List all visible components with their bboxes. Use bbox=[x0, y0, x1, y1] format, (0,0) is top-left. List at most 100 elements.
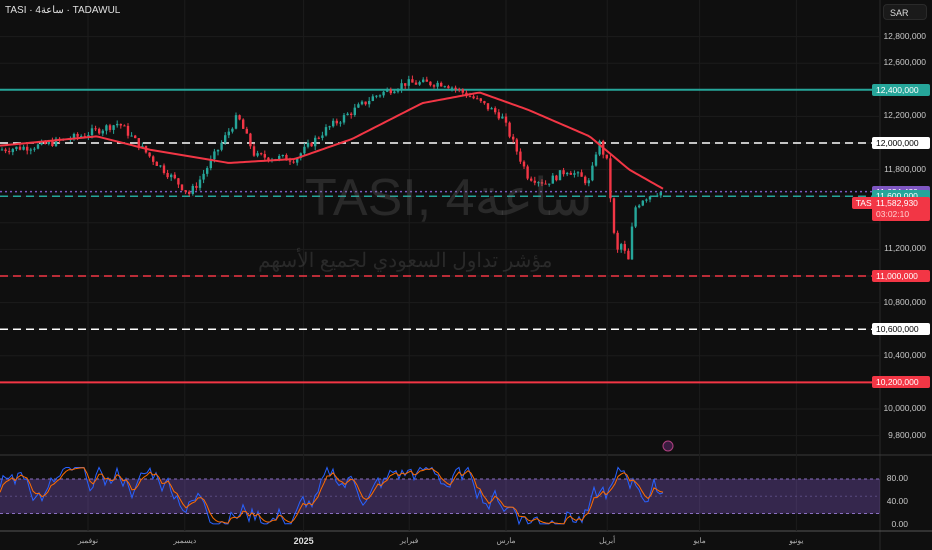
candle-body bbox=[278, 155, 281, 160]
time-axis-label: فبراير bbox=[400, 536, 419, 545]
rsi-tick: 40.00 bbox=[886, 496, 908, 506]
candle-body bbox=[375, 95, 378, 97]
candle-body bbox=[238, 115, 241, 120]
candle-body bbox=[263, 154, 266, 158]
candle-body bbox=[162, 165, 166, 173]
candle-body bbox=[368, 100, 371, 105]
candle-body bbox=[472, 96, 475, 99]
candle-body bbox=[630, 226, 634, 260]
candle-body bbox=[260, 153, 263, 155]
candle-body bbox=[51, 141, 54, 147]
candle-body bbox=[440, 82, 443, 87]
currency-button[interactable]: SAR bbox=[883, 4, 927, 20]
price-tick: 10,400,000 bbox=[883, 349, 926, 360]
price-tick: 12,600,000 bbox=[883, 57, 926, 68]
candle-body bbox=[429, 81, 432, 86]
candle-body bbox=[242, 119, 245, 129]
candle-body bbox=[184, 190, 187, 192]
candle-body bbox=[306, 142, 310, 147]
candle-body bbox=[245, 128, 248, 134]
candle-body bbox=[177, 178, 180, 185]
candle-body bbox=[443, 86, 446, 88]
candle-body bbox=[627, 250, 630, 260]
candle-body bbox=[152, 156, 155, 162]
candle-body bbox=[234, 115, 238, 129]
candle-body bbox=[119, 123, 122, 126]
rsi-tick: 80.00 bbox=[886, 473, 908, 483]
candle-body bbox=[386, 89, 389, 92]
candle-body bbox=[371, 96, 374, 101]
candle-body bbox=[616, 232, 619, 250]
time-axis-label: مايو bbox=[693, 536, 706, 545]
candle-body bbox=[623, 244, 626, 251]
candle-body bbox=[112, 125, 115, 130]
candle-body bbox=[134, 135, 137, 139]
candle-body bbox=[357, 104, 360, 108]
candle-body bbox=[407, 79, 410, 86]
candle-body bbox=[342, 115, 346, 123]
rsi-tick: 0.00 bbox=[891, 519, 908, 529]
candle-body bbox=[108, 125, 112, 130]
candle-body bbox=[346, 113, 349, 116]
candle-body bbox=[634, 207, 637, 227]
candle-body bbox=[389, 89, 392, 94]
time-axis-label: ديسمبر bbox=[173, 536, 197, 545]
candle-body bbox=[656, 195, 659, 197]
level-price-label: 12,000,000 bbox=[872, 137, 930, 149]
price-tick: 12,200,000 bbox=[883, 110, 926, 121]
candle-body bbox=[33, 148, 36, 150]
candle-body bbox=[123, 125, 126, 127]
candle-body bbox=[148, 152, 151, 157]
price-tick: 11,200,000 bbox=[884, 243, 926, 254]
candle-body bbox=[130, 135, 133, 137]
candle-body bbox=[436, 82, 439, 87]
countdown-label: 03:02:10 bbox=[876, 209, 910, 220]
candle-body bbox=[216, 149, 220, 152]
candle-body bbox=[468, 96, 472, 98]
candle-body bbox=[292, 161, 295, 163]
level-price-label: 12,400,000 bbox=[872, 83, 930, 96]
candle-body bbox=[224, 135, 227, 143]
candle-body bbox=[180, 184, 184, 191]
candle-body bbox=[227, 131, 230, 136]
candle-body bbox=[641, 200, 644, 206]
candle-body bbox=[36, 144, 40, 149]
candle-body bbox=[364, 101, 367, 105]
candle-body bbox=[425, 79, 428, 82]
candle-body bbox=[447, 86, 450, 89]
candle-body bbox=[116, 123, 119, 126]
candle-body bbox=[252, 146, 256, 156]
candle-body bbox=[188, 191, 191, 195]
candle-body bbox=[8, 151, 11, 153]
candle-body bbox=[490, 108, 493, 110]
candle-body bbox=[609, 158, 612, 199]
candle-body bbox=[400, 83, 403, 90]
candle-body bbox=[22, 146, 25, 150]
candle-body bbox=[461, 89, 464, 93]
level-price-label: 11,000,000 bbox=[872, 270, 930, 282]
chart-canvas[interactable] bbox=[0, 0, 932, 550]
candle-body bbox=[454, 87, 457, 90]
candle-body bbox=[360, 101, 364, 105]
candle-body bbox=[512, 136, 515, 140]
candle-body bbox=[173, 174, 176, 179]
candle-body bbox=[332, 120, 335, 127]
candle-body bbox=[414, 82, 418, 85]
candle-body bbox=[198, 179, 202, 188]
candle-body bbox=[126, 125, 130, 136]
candle-body bbox=[350, 113, 353, 115]
candle-body bbox=[321, 135, 324, 138]
watermark-subtitle: مؤشر تداول السعودي لجميع الأسهم bbox=[258, 250, 553, 272]
candle-body bbox=[281, 154, 284, 156]
candle-body bbox=[26, 146, 29, 151]
candle-body bbox=[191, 185, 194, 195]
candle-body bbox=[166, 172, 169, 178]
candle-body bbox=[483, 101, 486, 104]
price-tick: 9,800,000 bbox=[888, 429, 926, 440]
candle-body bbox=[605, 154, 608, 159]
candle-body bbox=[328, 126, 331, 128]
candle-body bbox=[213, 151, 216, 160]
candle-body bbox=[15, 146, 18, 150]
candle-body bbox=[515, 139, 518, 152]
candle-body bbox=[486, 103, 490, 110]
